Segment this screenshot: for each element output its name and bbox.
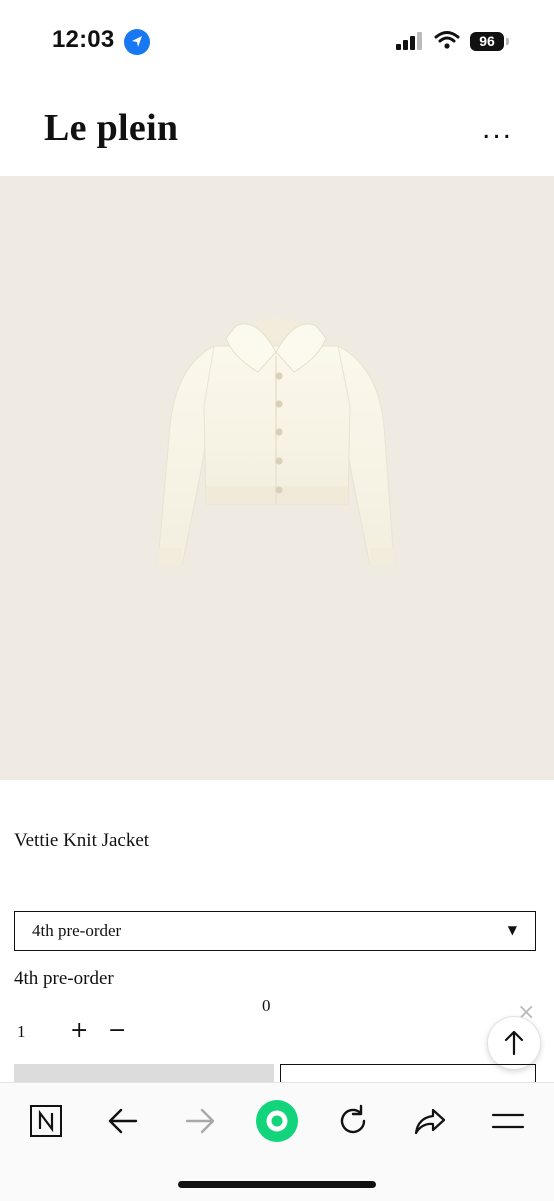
quantity-plus-button[interactable]: +: [70, 1018, 88, 1043]
home-indicator: [178, 1181, 376, 1188]
scroll-to-top-button[interactable]: [487, 1016, 541, 1070]
back-arrow-icon[interactable]: [103, 1101, 143, 1141]
wifi-icon: [434, 30, 460, 55]
more-icon[interactable]: ...: [482, 112, 513, 146]
battery-icon: 96: [470, 32, 504, 51]
quantity-minus-button[interactable]: −: [108, 1018, 126, 1043]
option-select[interactable]: 4th pre-order ▼: [14, 911, 536, 951]
option-select-value: 4th pre-order: [32, 921, 122, 940]
product-title: Vettie Knit Jacket: [14, 830, 150, 851]
quantity-value[interactable]: 1: [17, 1022, 26, 1042]
green-dot-icon[interactable]: [255, 1099, 299, 1143]
naver-icon[interactable]: [26, 1101, 66, 1141]
battery-tip: [506, 38, 509, 45]
menu-icon[interactable]: [488, 1101, 528, 1141]
signal-icon: [396, 32, 426, 50]
status-time: 12:03: [52, 26, 115, 53]
reload-icon[interactable]: [333, 1101, 373, 1141]
add-to-cart-button[interactable]: [280, 1064, 536, 1084]
brand-logo[interactable]: Le plein: [44, 106, 178, 150]
forward-arrow-icon[interactable]: [180, 1101, 220, 1141]
share-icon[interactable]: [410, 1101, 450, 1141]
location-arrow-icon: [124, 29, 150, 55]
arrow-up-icon: [504, 1030, 524, 1056]
selected-option-label: 4th pre-order: [14, 968, 114, 989]
chevron-down-icon: ▼: [507, 923, 517, 937]
option-price: 0: [262, 996, 271, 1015]
product-image: [0, 176, 554, 780]
buy-now-button[interactable]: [14, 1064, 274, 1084]
